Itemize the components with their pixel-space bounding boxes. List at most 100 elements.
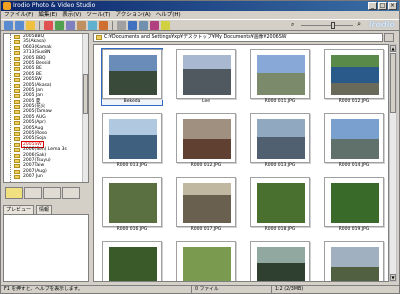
photo-thumbnail xyxy=(183,183,231,223)
title-bar[interactable]: Irodio Photo & Video Studio _ □ × xyxy=(1,1,399,11)
minimize-button[interactable]: _ xyxy=(368,2,377,10)
thumbnail-item[interactable]: R000 016.JPG xyxy=(100,175,170,238)
search-icon[interactable] xyxy=(117,20,126,30)
thumbnail-item[interactable]: R000 012.JPG xyxy=(322,47,388,110)
print-icon[interactable] xyxy=(66,20,75,30)
folder-icon xyxy=(14,137,20,142)
folder-icon xyxy=(14,88,20,93)
calendar-icon[interactable] xyxy=(150,20,159,30)
app-window: Irodio Photo & Video Studio _ □ × ファイル(F… xyxy=(0,0,400,294)
menu-bar: ファイル(F) 編集(E) 表示(V) ツール(T) アクション(A) ヘルプ(… xyxy=(1,11,399,19)
forward-icon[interactable] xyxy=(15,20,24,30)
mail-icon[interactable] xyxy=(77,20,86,30)
thumbnail-item[interactable]: R000 014.JPG xyxy=(322,111,388,174)
thumbnail-filename: R000 019.JPG xyxy=(338,227,370,232)
tree-scroll-thumb[interactable] xyxy=(83,74,88,114)
photo-thumbnail xyxy=(109,183,157,223)
thumbnail-frame xyxy=(324,177,384,227)
preview-tabs: プレビュー 情報 xyxy=(3,205,89,214)
menu-edit[interactable]: 編集(E) xyxy=(38,11,57,19)
grid-scroll-thumb[interactable] xyxy=(390,53,396,113)
folder-tab-icon[interactable] xyxy=(5,187,23,199)
menu-view[interactable]: 表示(V) xyxy=(62,11,81,19)
import-icon[interactable] xyxy=(44,20,53,30)
photo-thumbnail xyxy=(331,247,379,281)
photo-thumbnail xyxy=(257,119,305,159)
maximize-button[interactable]: □ xyxy=(378,2,387,10)
thumbnail-frame xyxy=(102,241,162,281)
scroll-up-button[interactable]: ▲ xyxy=(390,45,396,52)
tab-preview[interactable]: プレビュー xyxy=(3,205,35,214)
thumbnail-item[interactable]: R000 017.JPG xyxy=(174,175,244,238)
thumbnail-grid[interactable]: Bekeda Lee R000 011.JPG R000 012.JPG R000 01… xyxy=(93,44,389,282)
thumbnail-item[interactable]: Bekeda xyxy=(100,47,170,110)
thumbnail-frame xyxy=(176,113,236,163)
rotate-icon[interactable] xyxy=(88,20,97,30)
thumbnail-item[interactable] xyxy=(248,239,318,281)
thumbnail-item[interactable]: R000 019.JPG xyxy=(322,175,388,238)
thumbnail-filename: R000 017.JPG xyxy=(190,227,222,232)
zoom-out-icon[interactable]: ⌕ xyxy=(291,21,294,29)
folder-icon xyxy=(14,110,20,115)
tag-icon[interactable] xyxy=(161,20,170,30)
menu-help[interactable]: ヘルプ(H) xyxy=(156,11,181,19)
thumbnail-item[interactable]: R000 012.JPG xyxy=(174,111,244,174)
thumbnail-item[interactable] xyxy=(100,239,170,281)
close-button[interactable]: × xyxy=(388,2,397,10)
album-tab-icon[interactable] xyxy=(24,187,42,199)
calendar-tab-icon[interactable] xyxy=(43,187,61,199)
thumbnail-frame xyxy=(176,49,236,99)
folder-icon xyxy=(14,40,20,45)
zoom-slider[interactable]: ⌕ ⌕ xyxy=(291,20,361,29)
photo-thumbnail xyxy=(183,247,231,281)
folder-icon xyxy=(14,67,20,72)
window-title: Irodio Photo & Video Studio xyxy=(13,2,96,9)
thumbnail-frame xyxy=(324,49,384,99)
photo-thumbnail xyxy=(331,183,379,223)
back-icon[interactable] xyxy=(4,20,13,30)
folder-up-icon[interactable] xyxy=(26,20,35,30)
thumbnail-item[interactable] xyxy=(322,239,388,281)
menu-file[interactable]: ファイル(F) xyxy=(4,11,33,19)
scroll-down-button[interactable]: ▼ xyxy=(390,274,396,281)
folder-tree[interactable]: 2005BBQ 35(Akasa) 0603(Kamak 3713(Sus8N 2005… xyxy=(3,33,89,183)
thumbnail-filename: R000 018.JPG xyxy=(264,227,296,232)
zoom-in-icon[interactable]: ⌕ xyxy=(357,20,361,29)
tree-folder-label: 2007 Jun xyxy=(23,174,43,180)
thumbnail-item[interactable]: R000 018.JPG xyxy=(248,175,318,238)
zoom-handle[interactable] xyxy=(330,22,335,29)
thumbnail-item[interactable]: R000 013.JPG xyxy=(248,111,318,174)
tree-scrollbar[interactable] xyxy=(82,34,88,182)
path-dropdown-button[interactable] xyxy=(384,33,394,42)
folder-icon xyxy=(14,175,20,180)
slideshow-icon[interactable] xyxy=(55,20,64,30)
thumbnail-item[interactable]: R000 013.JPG xyxy=(100,111,170,174)
folder-icon xyxy=(14,115,20,120)
grid-scrollbar[interactable]: ▲ ▼ xyxy=(389,44,397,282)
edit-icon[interactable] xyxy=(99,20,108,30)
photo-thumbnail xyxy=(257,55,305,95)
thumbnail-item[interactable]: Lee xyxy=(174,47,244,110)
thumbnail-filename: R000 012.JPG xyxy=(338,99,370,104)
status-bar: F1 を押すと、ヘルプを表示します。 0 ファイル 1:2 (2/3MB) xyxy=(1,285,399,294)
thumbnail-frame xyxy=(102,49,162,99)
thumbnail-item[interactable] xyxy=(174,239,244,281)
menu-action[interactable]: アクション(A) xyxy=(115,11,150,19)
folder-icon xyxy=(14,132,20,137)
status-size: 1:2 (2/3MB) xyxy=(271,286,303,294)
path-bar[interactable]: C:¥Documents and Settings¥xp¥デスクトップ¥My D… xyxy=(93,33,383,42)
tree-folder-item[interactable]: 2007 Jun xyxy=(4,174,88,180)
tab-info[interactable]: 情報 xyxy=(36,205,53,214)
folder-icon xyxy=(14,153,20,158)
thumbnail-item[interactable]: R000 011.JPG xyxy=(248,47,318,110)
thumbnail-filename: R000 014.JPG xyxy=(338,163,370,168)
view-list-icon[interactable] xyxy=(139,20,148,30)
folder-icon xyxy=(14,61,20,66)
search-tab-icon[interactable] xyxy=(62,187,80,199)
menu-tools[interactable]: ツール(T) xyxy=(86,11,110,19)
view-thumbnail-icon[interactable] xyxy=(128,20,137,30)
thumbnail-frame xyxy=(250,177,310,227)
thumbnail-filename: R000 011.JPG xyxy=(264,99,296,104)
folder-icon xyxy=(14,164,20,169)
thumbnail-frame xyxy=(102,177,162,227)
